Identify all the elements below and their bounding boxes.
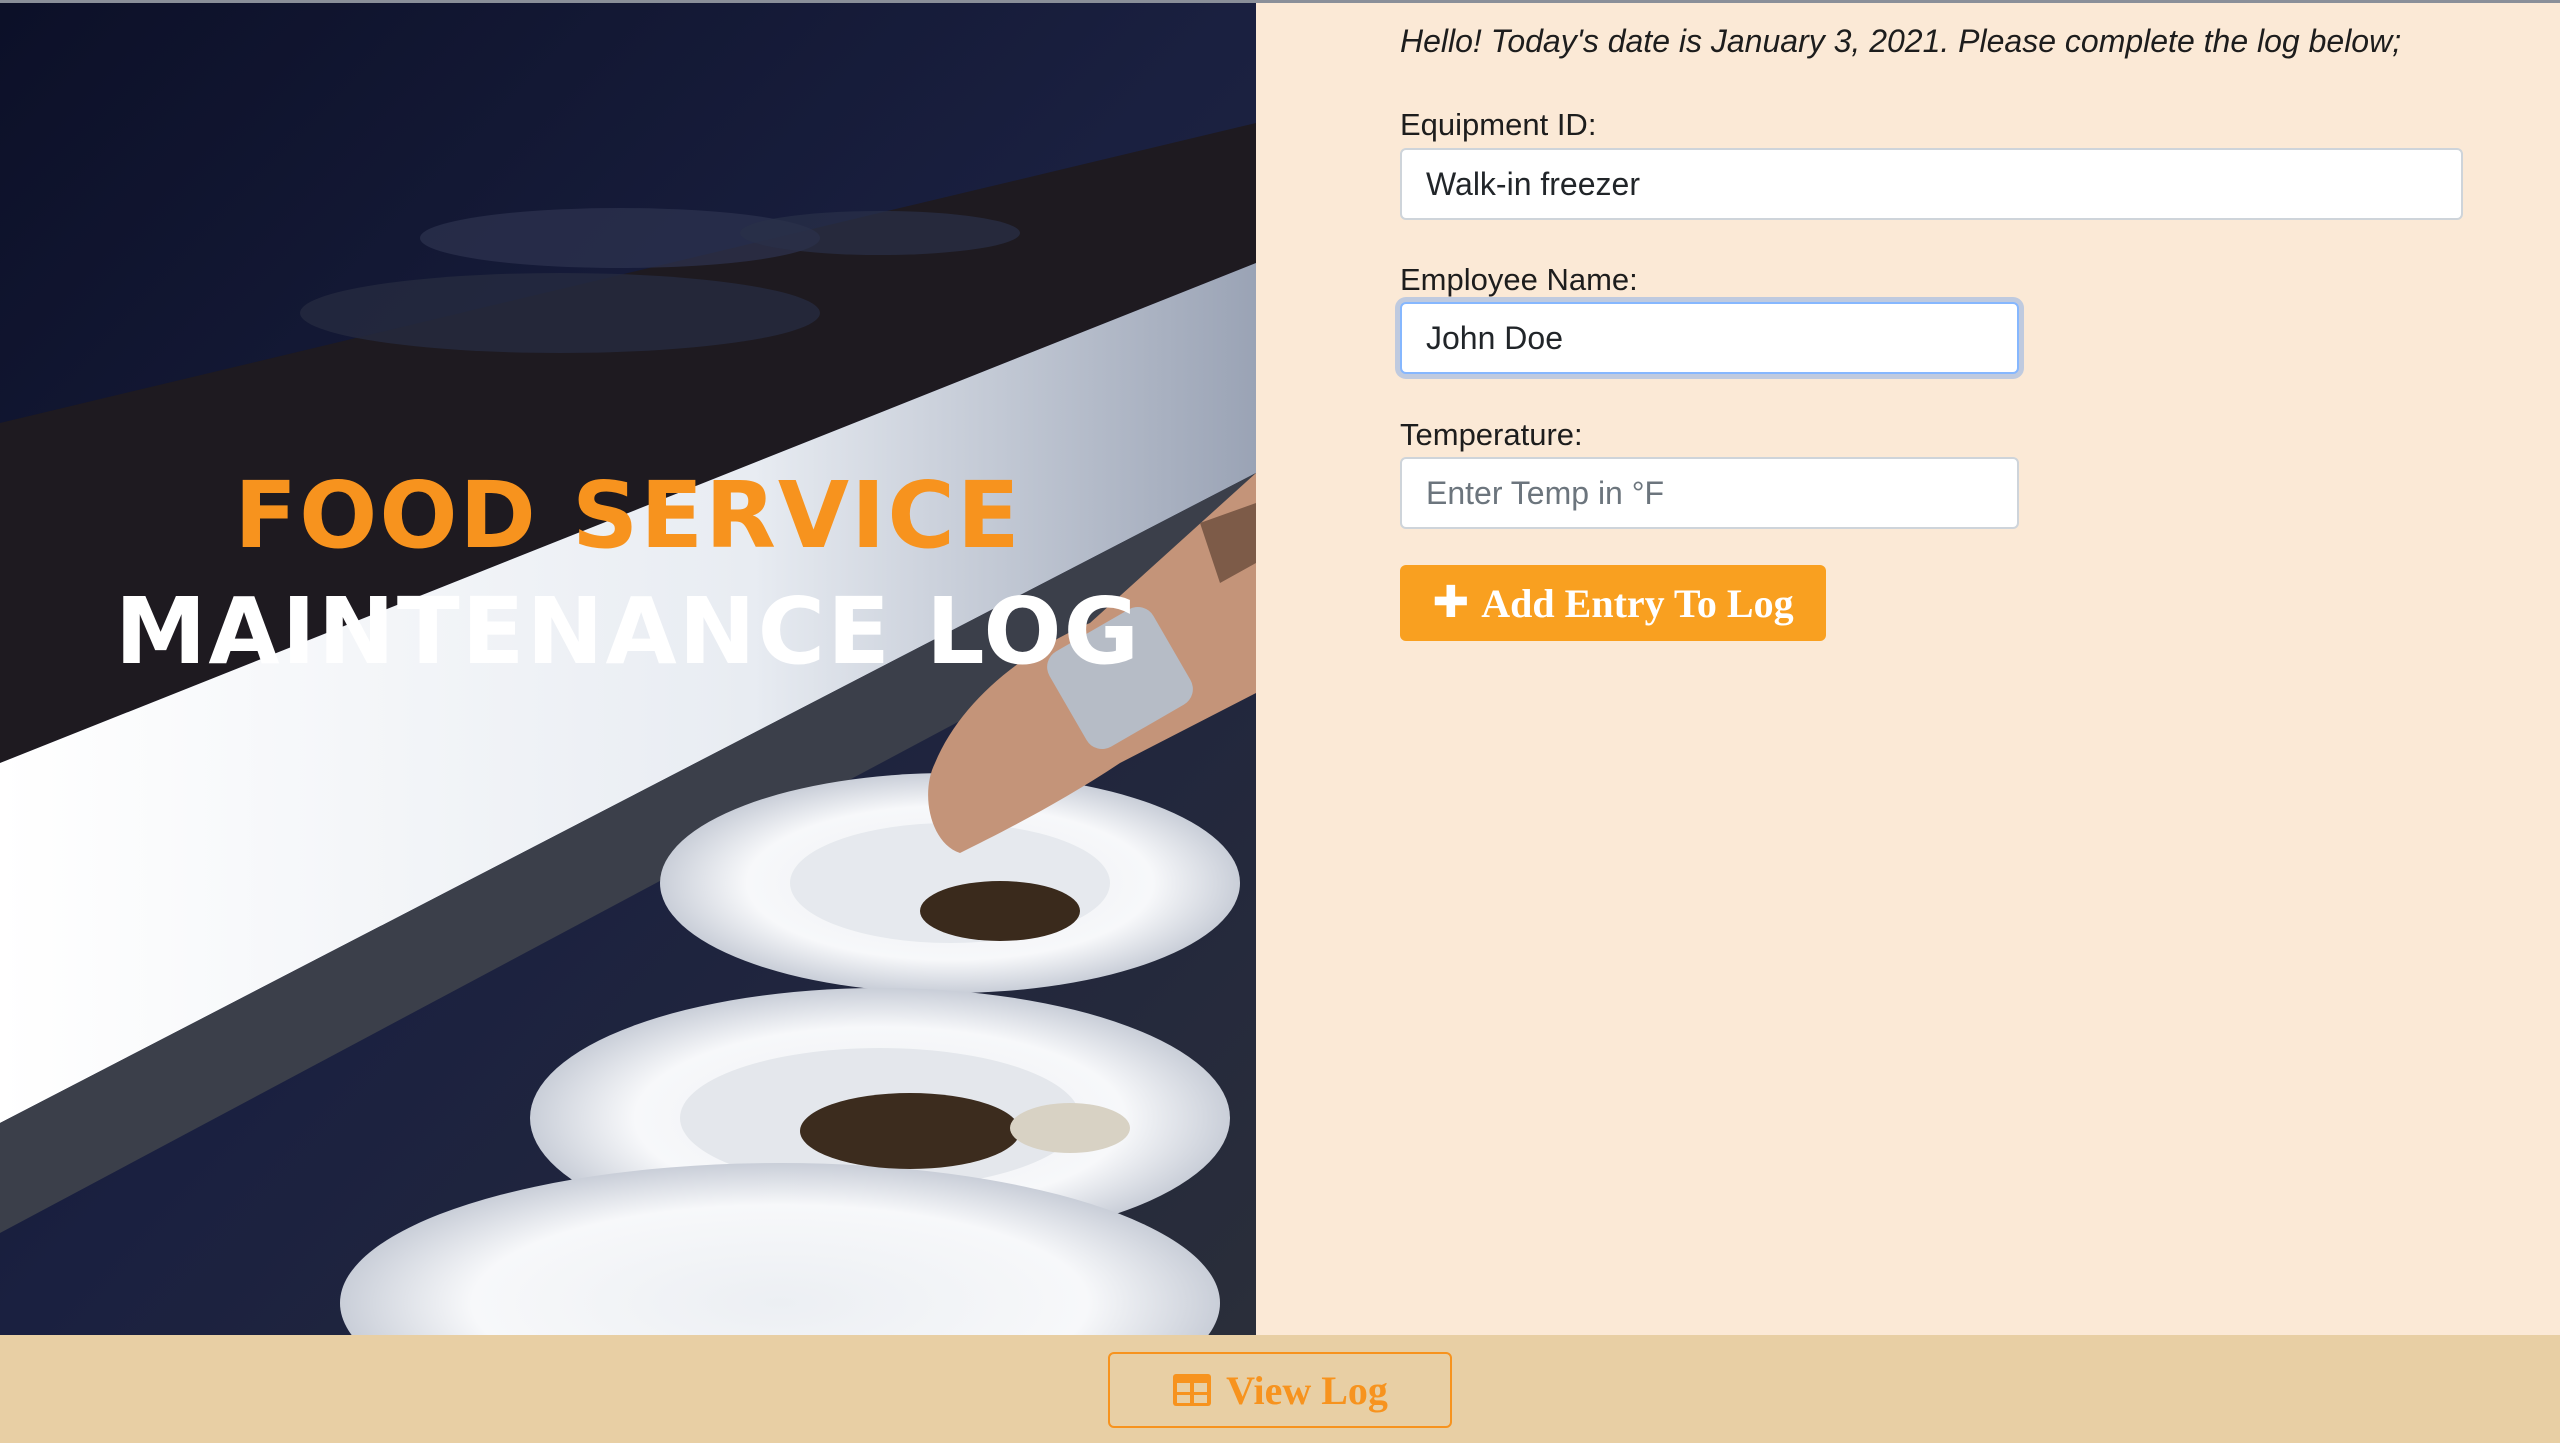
table-icon — [1173, 1374, 1212, 1406]
view-log-label: View Log — [1226, 1367, 1388, 1413]
add-entry-label: Add Entry To Log — [1481, 580, 1794, 626]
hero-panel: FOOD SERVICE MAINTENANCE LOG — [0, 3, 1256, 1335]
temperature-input[interactable] — [1400, 457, 2019, 529]
footer-bar: View Log — [0, 1335, 2560, 1443]
hero-title-line2: MAINTENANCE LOG — [114, 578, 1142, 685]
employee-name-label: Employee Name: — [1400, 262, 1638, 297]
greeting-text: Hello! Today's date is January 3, 2021. … — [1400, 23, 2402, 59]
view-log-button[interactable]: View Log — [1108, 1352, 1452, 1428]
temperature-label: Temperature: — [1400, 417, 1583, 452]
page: FOOD SERVICE MAINTENANCE LOG Hello! Toda… — [0, 0, 2560, 1443]
add-entry-button[interactable]: ✚ Add Entry To Log — [1400, 565, 1826, 641]
employee-name-input[interactable] — [1400, 302, 2019, 374]
plus-icon: ✚ — [1432, 577, 1470, 628]
equipment-id-input[interactable] — [1400, 148, 2463, 220]
hero-title-line1: FOOD SERVICE — [234, 462, 1022, 569]
log-form: Hello! Today's date is January 3, 2021. … — [1256, 3, 2560, 1335]
equipment-id-label: Equipment ID: — [1400, 107, 1597, 142]
hero-title: FOOD SERVICE MAINTENANCE LOG — [0, 458, 1256, 690]
